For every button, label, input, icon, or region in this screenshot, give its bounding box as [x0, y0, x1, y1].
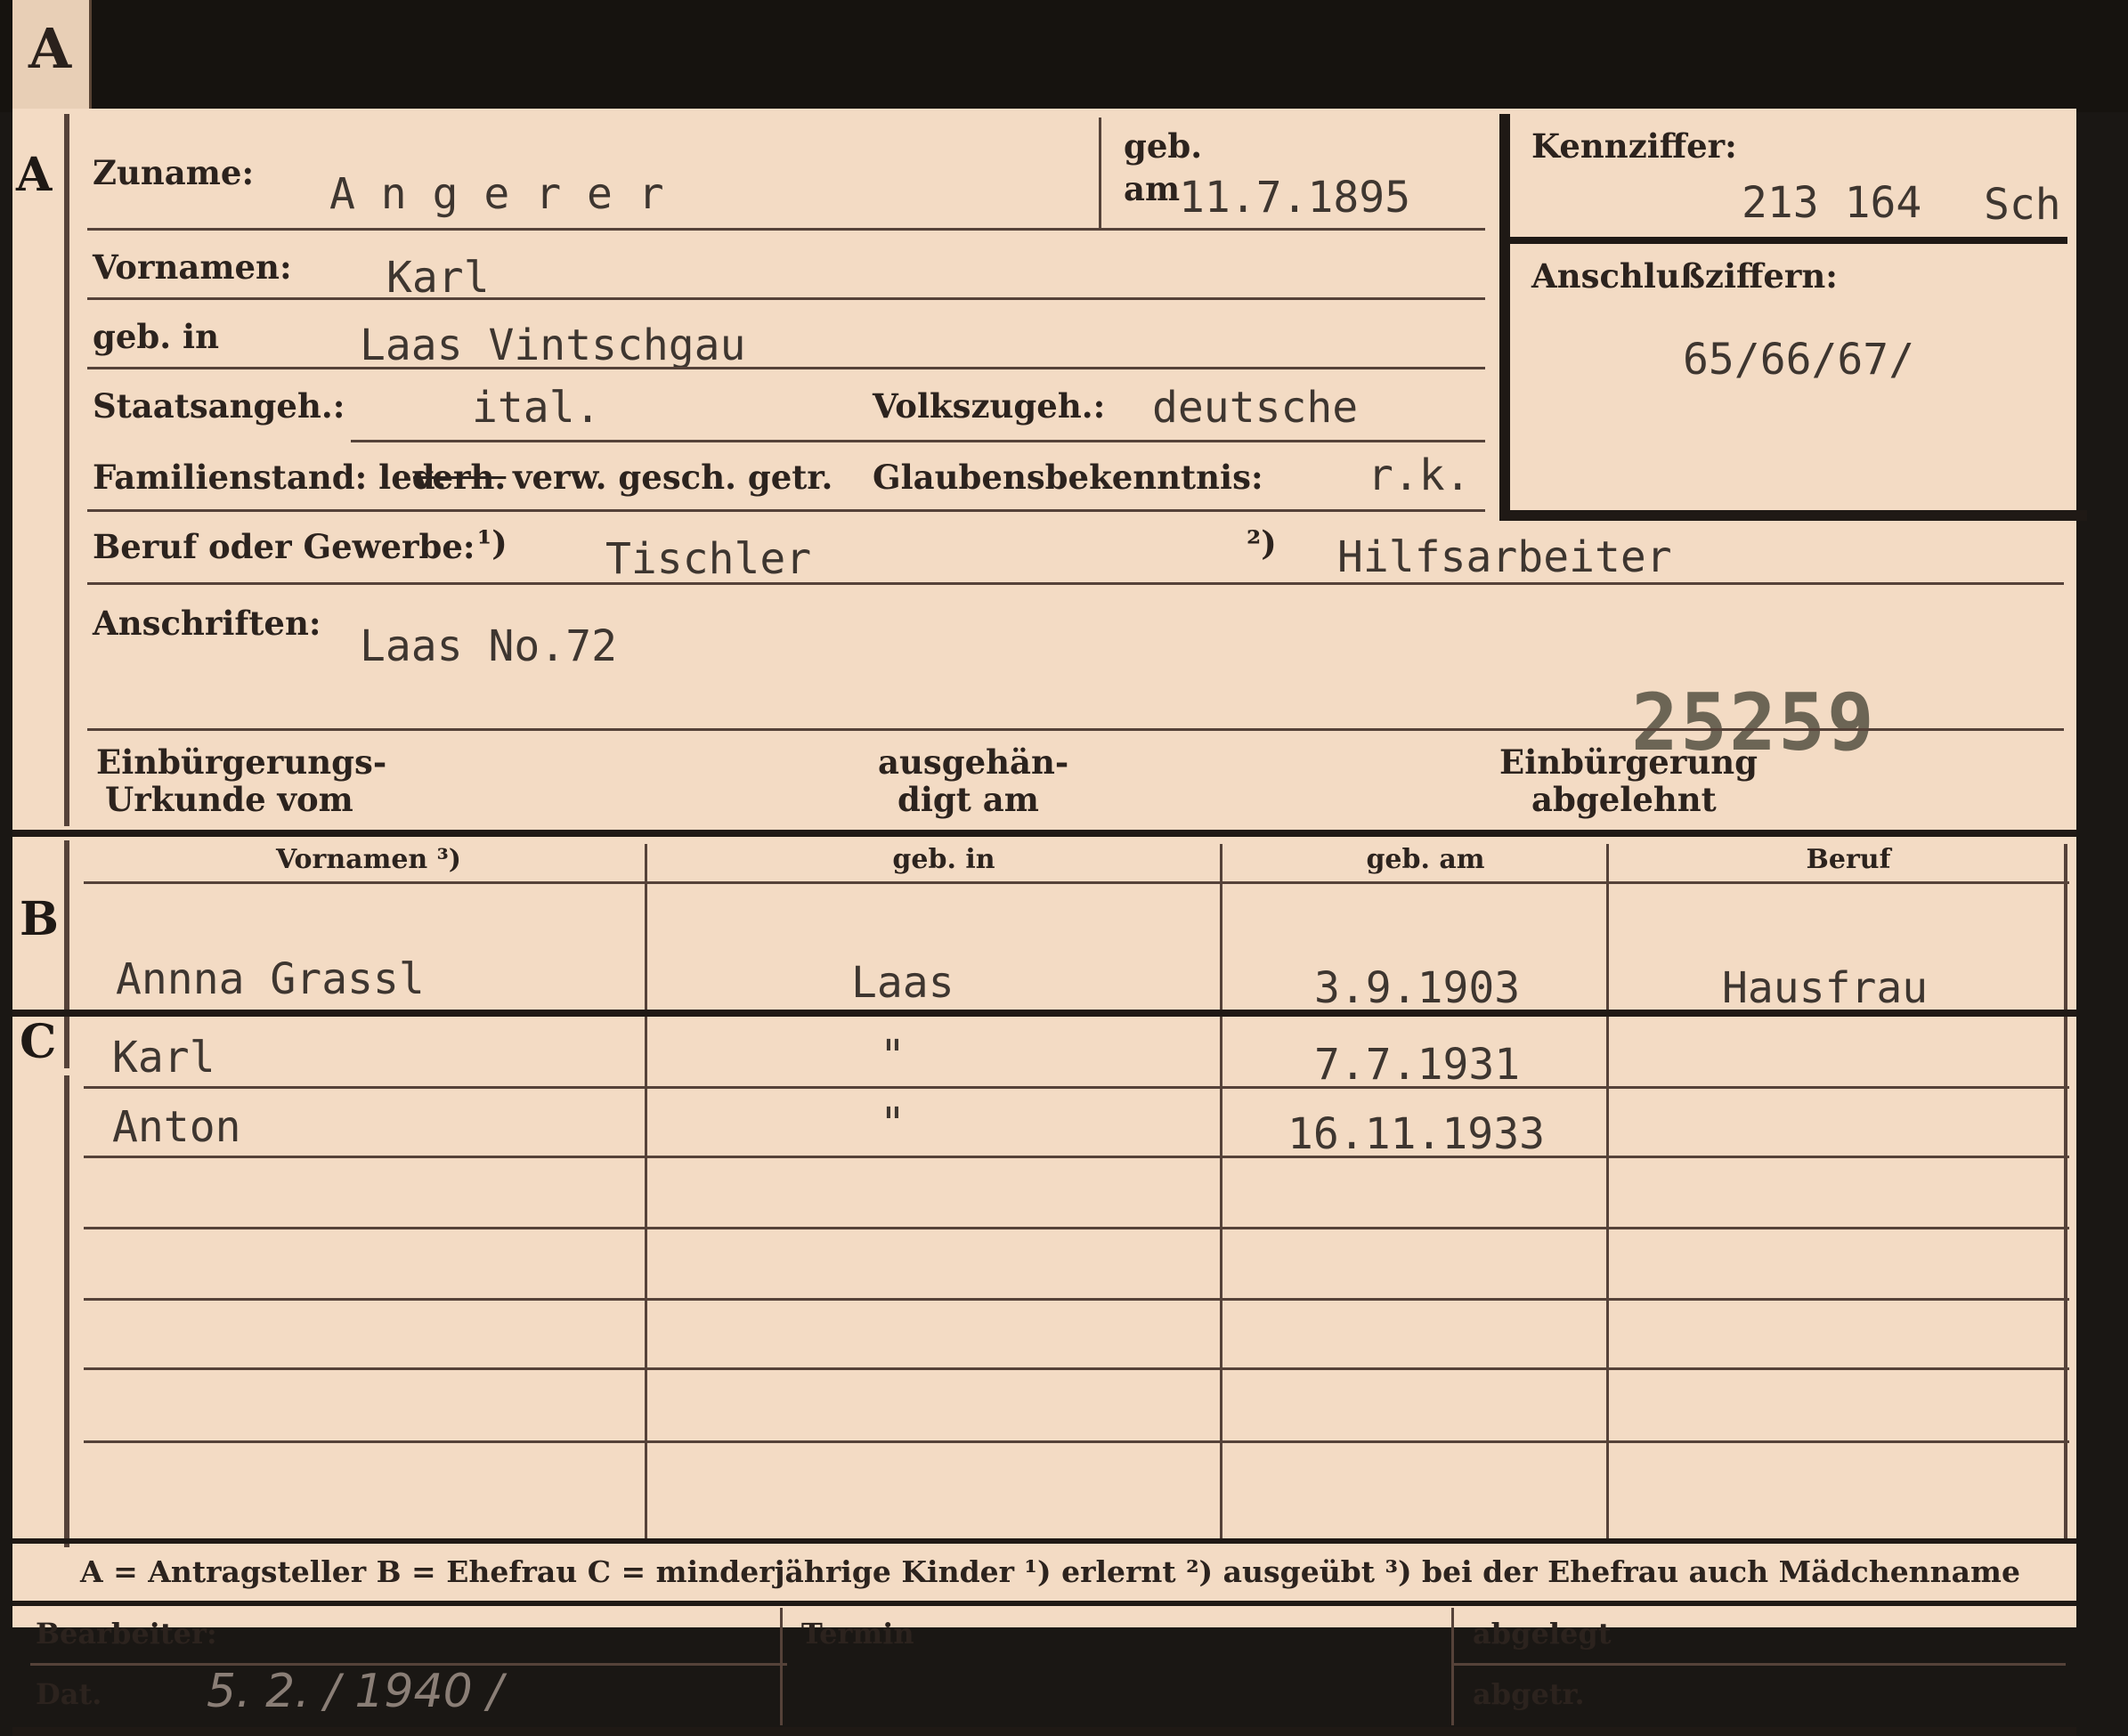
- header-rule: [84, 881, 2069, 884]
- row-rule: [84, 1440, 2069, 1443]
- filed-label: abgelegt: [1473, 1617, 1612, 1651]
- section-separator: [12, 1010, 2076, 1017]
- ethnicity-value: deutsche: [1152, 383, 1359, 433]
- handed-over-label-1: ausgehän-: [878, 742, 1069, 782]
- birth-date-value: 11.7.1895: [1179, 173, 1411, 223]
- child-1-birthplace: ": [880, 1031, 906, 1081]
- card-top-edge: [0, 0, 2128, 112]
- date-label: Dat.: [36, 1677, 102, 1711]
- rule: [87, 297, 1485, 300]
- child-2-name: Anton: [112, 1102, 241, 1152]
- tab-letter: A: [28, 16, 72, 81]
- col-header-birthplace: geb. in: [892, 844, 995, 875]
- marital-label: Familienstand: led.: [93, 458, 447, 497]
- ethnicity-label: Volkszugeh.:: [873, 386, 1106, 426]
- rule: [87, 228, 1485, 231]
- wife-name: Annna Grassl: [116, 954, 425, 1004]
- col-header-birthdate: geb. am: [1366, 844, 1485, 875]
- wife-birthdate: 3.9.1903: [1314, 963, 1521, 1013]
- row-rule: [84, 1367, 2069, 1370]
- occupation-learned-value: Tischler: [605, 534, 812, 584]
- index-tab: A: [12, 0, 92, 109]
- section-a-letter: A: [16, 148, 53, 202]
- rule: [87, 367, 1485, 369]
- legend-text: A = Antragsteller B = Ehefrau C = minder…: [80, 1554, 2020, 1589]
- wife-birthplace: Laas: [851, 958, 954, 1008]
- col-header-occupation: Beruf: [1806, 844, 1891, 875]
- marital-other-options: verw. gesch. getr.: [513, 458, 833, 497]
- date-handwritten: 5. 2. / 1940 /: [207, 1665, 503, 1718]
- surname-value: A n g e r e r: [329, 169, 664, 219]
- note1-marker: ¹): [477, 523, 508, 563]
- child-2-birthdate: 16.11.1933: [1287, 1109, 1545, 1159]
- first-names-label: Vornamen:: [93, 247, 292, 287]
- rule: [87, 509, 1485, 512]
- removed-label: abgetr.: [1473, 1677, 1585, 1711]
- religion-value: r.k.: [1368, 450, 1471, 500]
- birth-am-label: am: [1124, 169, 1181, 208]
- row-rule: [84, 1156, 2069, 1158]
- birth-place-value: Laas Vintschgau: [360, 320, 746, 370]
- child-1-name: Karl: [112, 1033, 215, 1083]
- reference-number-label: Kennziffer:: [1531, 126, 1737, 166]
- left-rule-a: [64, 114, 69, 826]
- rule: [87, 582, 2064, 585]
- footer-divider: [780, 1608, 783, 1725]
- legend-bottom-rule: [12, 1601, 2076, 1606]
- surname-label: Zuname:: [93, 153, 255, 192]
- naturalization-cert-label-2: Urkunde vom: [105, 780, 353, 819]
- footer-rule: [1451, 1663, 2066, 1666]
- first-names-value: Karl: [386, 253, 490, 303]
- section-b-letter: B: [20, 892, 59, 946]
- naturalization-denied-label-2: abgelehnt: [1531, 780, 1717, 819]
- col-divider: [645, 844, 647, 1540]
- record-card: A B C Zuname: A n g e r e r geb. am 11.7…: [12, 109, 2087, 1736]
- row-rule: [84, 1298, 2069, 1301]
- birth-label: geb.: [1124, 126, 1203, 166]
- occupation-label: Beruf oder Gewerbe:: [93, 527, 475, 566]
- handed-over-label-2: digt am: [897, 780, 1039, 819]
- left-rule-b: [64, 840, 69, 1068]
- col-divider: [1606, 844, 1609, 1540]
- rule: [351, 440, 1485, 442]
- col-divider: [1220, 844, 1222, 1540]
- address-label: Anschriften:: [93, 604, 321, 643]
- surname-divider: [1099, 118, 1101, 228]
- rule: [87, 728, 2064, 731]
- religion-label: Glaubensbekenntnis:: [873, 458, 1263, 497]
- reference-box-divider: [1510, 237, 2067, 244]
- card-bottom-rule: [12, 1727, 2076, 1736]
- left-rule-c: [64, 1075, 69, 1547]
- naturalization-cert-label-1: Einbürgerungs-: [96, 742, 387, 782]
- footer-divider: [1451, 1608, 1454, 1725]
- reference-number-box: Kennziffer: 213 164 Sch Anschlußziffern:…: [1499, 114, 2087, 521]
- footer-rule: [30, 1663, 787, 1666]
- row-rule: [84, 1086, 2069, 1089]
- reference-number-value: 213 164: [1742, 178, 1922, 228]
- child-1-birthdate: 7.7.1931: [1314, 1040, 1521, 1090]
- section-separator: [12, 830, 2076, 837]
- deadline-label: Termin: [801, 1617, 914, 1651]
- reference-number-suffix: Sch: [1984, 180, 2061, 230]
- citizenship-value: ital.: [472, 383, 601, 433]
- section-c-letter: C: [20, 1015, 57, 1069]
- marital-struck-option: verh.: [413, 458, 507, 497]
- col-header-names: Vornamen ³): [275, 844, 461, 875]
- note2-marker: ²): [1247, 523, 1277, 563]
- occupation-practiced-value: Hilfsarbeiter: [1337, 532, 1672, 582]
- processor-label: Bearbeiter:: [36, 1617, 217, 1651]
- linked-numbers-value: 65/66/67/: [1683, 335, 1915, 385]
- birth-place-label: geb. in: [93, 317, 220, 356]
- right-border: [2064, 844, 2067, 1540]
- linked-numbers-label: Anschlußziffern:: [1531, 256, 1838, 296]
- row-rule: [84, 1227, 2069, 1229]
- wife-occupation: Hausfrau: [1722, 963, 1929, 1013]
- citizenship-label: Staatsangeh.:: [93, 386, 345, 426]
- address-value: Laas No.72: [360, 621, 617, 671]
- child-2-birthplace: ": [880, 1099, 906, 1148]
- legend-top-rule: [12, 1538, 2076, 1544]
- naturalization-denied-label-1: Einbürgerung: [1499, 742, 1758, 782]
